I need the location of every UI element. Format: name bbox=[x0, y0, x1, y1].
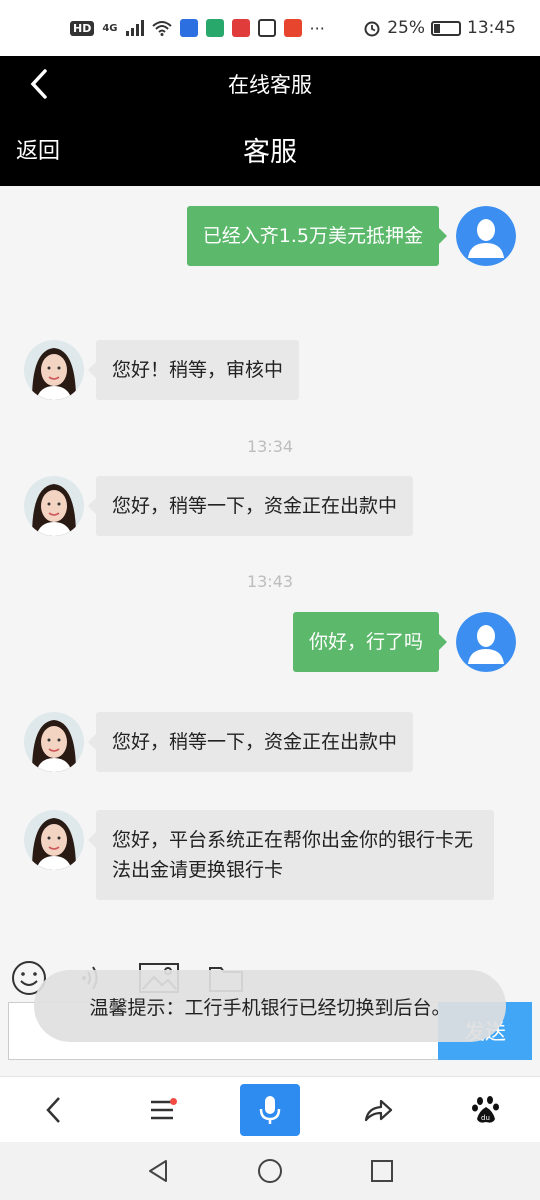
nav-back-icon[interactable] bbox=[146, 1158, 170, 1184]
browser-back-button[interactable] bbox=[24, 1084, 84, 1136]
message-bubble: 你好，行了吗 bbox=[292, 612, 448, 672]
timestamp: 13:43 bbox=[246, 572, 294, 591]
chat-title: 客服 bbox=[243, 136, 297, 168]
notification-dot bbox=[170, 1097, 177, 1105]
system-nav-bar bbox=[0, 1142, 540, 1200]
message-incoming: 您好，平台系统正在帮你出金你的银行卡无法出金请更换银行卡 bbox=[24, 810, 494, 900]
user-avatar bbox=[456, 206, 516, 266]
status-bar: HD 4G ··· 25% 13:45 bbox=[0, 0, 540, 56]
message-bubble: 您好！稍等，审核中 bbox=[87, 340, 300, 400]
message-bubble: 您好，平台系统正在帮你出金你的银行卡无法出金请更换银行卡 bbox=[88, 810, 494, 900]
back-button[interactable]: 返回 bbox=[16, 133, 60, 165]
timestamp: 13:34 bbox=[246, 437, 294, 456]
status-right: 25% 13:45 bbox=[363, 18, 516, 38]
nav-home-icon[interactable] bbox=[256, 1157, 284, 1185]
chat-header: 返回 客服 bbox=[0, 112, 540, 186]
baidu-button[interactable]: du bbox=[456, 1084, 516, 1136]
message-incoming: 您好！稍等，审核中 bbox=[24, 340, 300, 400]
page-title: 在线客服 bbox=[228, 73, 312, 97]
share-button[interactable] bbox=[348, 1084, 408, 1136]
agent-avatar bbox=[24, 712, 84, 772]
hd-badge: HD bbox=[70, 20, 95, 36]
chat-area: 已经入齐1.5万美元抵押金 您好！稍等，审核中 13:34 您好，稍等一下，资金… bbox=[0, 186, 540, 956]
baidu-icon: du bbox=[472, 1095, 499, 1123]
toast-notification: 温馨提示：工行手机银行已经切换到后台。 bbox=[34, 970, 506, 1042]
message-outgoing: 你好，行了吗 bbox=[292, 612, 516, 672]
user-avatar bbox=[456, 612, 516, 672]
voice-search-button[interactable] bbox=[240, 1083, 300, 1136]
network-type: 4G bbox=[102, 22, 118, 34]
agent-avatar bbox=[24, 476, 84, 536]
clock: 13:45 bbox=[467, 18, 516, 38]
message-outgoing: 已经入齐1.5万美元抵押金 bbox=[186, 206, 516, 266]
alarm-icon bbox=[364, 21, 380, 37]
app-icon-green bbox=[205, 19, 224, 37]
message-incoming: 您好，稍等一下，资金正在出款中 bbox=[24, 476, 414, 536]
status-left-icons: HD 4G ··· bbox=[70, 19, 325, 38]
message-bubble: 您好，稍等一下，资金正在出款中 bbox=[87, 476, 414, 536]
title-bar: 在线客服 bbox=[0, 56, 540, 112]
message-bubble: 您好，稍等一下，资金正在出款中 bbox=[87, 712, 414, 772]
battery-icon bbox=[431, 20, 461, 36]
more-notifications: ··· bbox=[309, 18, 325, 38]
svg-text:du: du bbox=[481, 1114, 490, 1122]
app-icon-red2 bbox=[283, 19, 302, 37]
share-icon bbox=[364, 1099, 393, 1121]
back-icon bbox=[46, 1096, 60, 1123]
message-incoming: 您好，稍等一下，资金正在出款中 bbox=[24, 712, 414, 772]
agent-avatar bbox=[24, 340, 84, 400]
message-bubble: 已经入齐1.5万美元抵押金 bbox=[186, 206, 448, 266]
nav-recent-icon[interactable] bbox=[370, 1159, 394, 1183]
agent-avatar bbox=[24, 810, 84, 870]
app-icon-red bbox=[231, 19, 250, 37]
baidu-app-icon bbox=[179, 19, 198, 37]
app-icon-shield bbox=[257, 19, 276, 37]
signal-icon bbox=[125, 20, 144, 36]
browser-menu-button[interactable] bbox=[132, 1084, 192, 1136]
back-chevron-icon[interactable] bbox=[28, 68, 50, 100]
battery-percent: 25% bbox=[387, 18, 425, 38]
mic-icon bbox=[259, 1095, 281, 1124]
wifi-icon bbox=[151, 21, 172, 36]
browser-toolbar: du bbox=[0, 1076, 540, 1142]
